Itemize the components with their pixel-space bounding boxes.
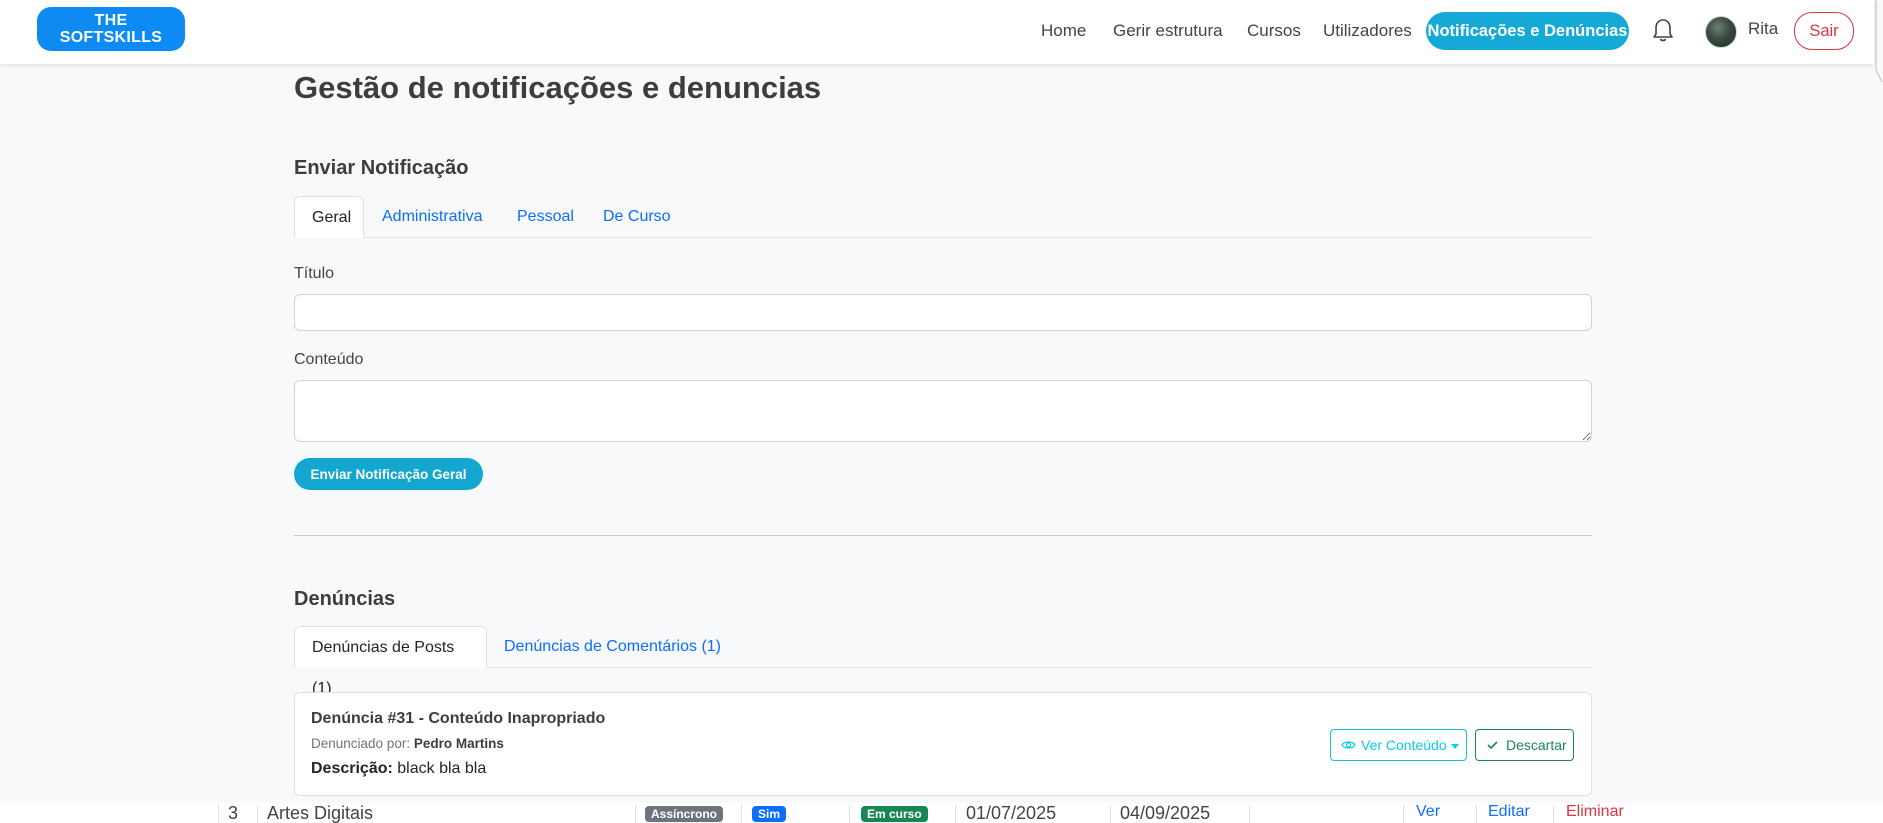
nav-courses[interactable]: Cursos xyxy=(1247,18,1301,44)
title-label: Título xyxy=(294,265,335,282)
cell-divider xyxy=(1553,805,1554,823)
discard-button[interactable]: Descartar xyxy=(1475,729,1574,761)
nav-structure[interactable]: Gerir estrutura xyxy=(1113,18,1223,44)
description-text: black bla bla xyxy=(397,760,487,777)
nav-home[interactable]: Home xyxy=(1041,18,1086,44)
tab-comment-reports[interactable]: Denúncias de Comentários (1) xyxy=(487,626,738,667)
section-divider xyxy=(294,535,1592,536)
cell-divider xyxy=(1249,805,1250,823)
logo-line-2: SOFTSKILLS xyxy=(59,29,163,46)
logo-line-1: THE xyxy=(94,12,128,29)
eye-icon xyxy=(1341,741,1356,749)
cell-divider xyxy=(955,805,956,823)
cell-divider xyxy=(635,805,636,823)
report-reporter: Denunciado por: Pedro Martins xyxy=(311,736,504,751)
flag-badge: Sim xyxy=(752,806,787,822)
notification-tabs: Geral Administrativa Pessoal De Curso xyxy=(294,196,1592,238)
tab-geral[interactable]: Geral xyxy=(294,196,364,238)
cell-divider xyxy=(849,805,850,823)
tab-de-curso[interactable]: De Curso xyxy=(586,196,688,237)
discard-label: Descartar xyxy=(1506,737,1567,753)
check-icon xyxy=(1487,741,1498,750)
cell-divider xyxy=(218,805,219,823)
top-navbar: THE SOFTSKILLS Home Gerir estrutura Curs… xyxy=(0,0,1874,64)
cell-divider xyxy=(741,805,742,823)
bell-icon[interactable] xyxy=(1651,17,1675,45)
row-delete-link[interactable]: Eliminar xyxy=(1566,803,1624,821)
report-description: Descrição: black bla bla xyxy=(311,760,486,778)
page-title: Gestão de notificações e denuncias xyxy=(294,70,822,105)
cell-divider xyxy=(1110,805,1111,823)
row-edit-link[interactable]: Editar xyxy=(1488,803,1530,821)
scrollbar[interactable] xyxy=(1874,0,1883,90)
avatar[interactable] xyxy=(1705,16,1737,48)
row-name: Artes Digitais xyxy=(267,803,374,823)
content-textarea[interactable] xyxy=(294,380,1592,442)
logout-button[interactable]: Sair xyxy=(1794,12,1854,50)
cell-divider xyxy=(1403,805,1404,823)
content-label: Conteúdo xyxy=(294,351,364,368)
view-content-label: Ver Conteúdo xyxy=(1361,737,1447,753)
tab-post-reports[interactable]: Denúncias de Posts (1) xyxy=(294,626,487,697)
tab-administrativa[interactable]: Administrativa xyxy=(365,196,499,237)
send-notification-title: Enviar Notificação xyxy=(294,157,469,179)
status-badge: Em curso xyxy=(861,806,928,822)
row-end-date: 04/09/2025 xyxy=(1120,803,1211,823)
nav-users[interactable]: Utilizadores xyxy=(1323,18,1412,44)
report-title: Denúncia #31 - Conteúdo Inapropriado xyxy=(311,710,606,727)
brand-logo[interactable]: THE SOFTSKILLS xyxy=(37,7,185,51)
description-label: Descrição: xyxy=(311,760,393,777)
row-view-link[interactable]: Ver xyxy=(1416,803,1440,821)
reports-title: Denúncias xyxy=(294,588,396,610)
chevron-down-icon xyxy=(1450,743,1459,749)
title-input[interactable] xyxy=(294,294,1592,331)
user-name[interactable]: Rita xyxy=(1748,19,1778,39)
cell-divider xyxy=(257,805,258,823)
tab-pessoal[interactable]: Pessoal xyxy=(500,196,591,237)
type-badge: Assíncrono xyxy=(645,806,724,822)
reporter-name: Pedro Martins xyxy=(413,736,504,751)
reports-tabs: Denúncias de Posts (1) Denúncias de Come… xyxy=(294,626,1592,697)
row-start-date: 01/07/2025 xyxy=(966,803,1057,823)
send-notification-button[interactable]: Enviar Notificação Geral xyxy=(294,458,483,490)
background-table-row: 3 Artes Digitais Assíncrono Sim Em curso… xyxy=(0,803,1883,823)
cell-divider xyxy=(1476,805,1477,823)
view-content-button[interactable]: Ver Conteúdo xyxy=(1330,729,1467,761)
row-id: 3 xyxy=(228,803,239,823)
nav-notifications[interactable]: Notificações e Denúncias xyxy=(1426,12,1629,50)
reporter-label: Denunciado por: xyxy=(311,736,411,751)
report-card: Denúncia #31 - Conteúdo Inapropriado Den… xyxy=(294,692,1592,796)
